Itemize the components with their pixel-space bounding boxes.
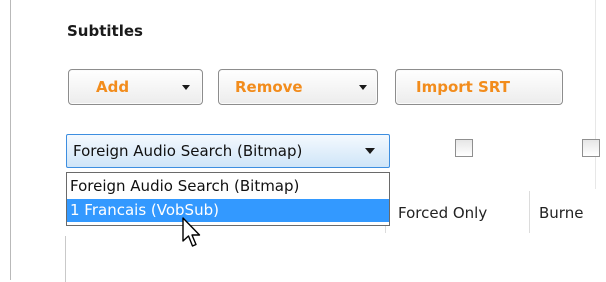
subtitle-track-select[interactable]: Foreign Audio Search (Bitmap) [66,134,390,168]
add-button-label: Add [96,78,130,96]
remove-button[interactable]: Remove [218,69,378,105]
column-separator [529,191,530,233]
import-srt-button[interactable]: Import SRT [395,69,563,105]
remove-button-label: Remove [235,78,303,96]
subtitle-track-selected-value: Foreign Audio Search (Bitmap) [73,142,303,160]
dropdown-option[interactable]: Foreign Audio Search (Bitmap) [67,175,389,198]
chevron-down-icon[interactable] [182,85,190,90]
section-title: Subtitles [67,22,143,40]
subtitle-grid-body[interactable] [65,236,596,282]
column-header-burned-in[interactable]: Burne [539,204,583,222]
subtitle-track-dropdown-list: Foreign Audio Search (Bitmap) 1 Francais… [66,172,390,226]
import-srt-button-label: Import SRT [416,78,510,96]
forced-only-checkbox[interactable] [455,139,473,157]
burned-in-checkbox[interactable] [582,139,600,157]
chevron-down-icon[interactable] [359,85,367,90]
add-button[interactable]: Add [68,69,203,105]
dropdown-option-highlighted[interactable]: 1 Francais (VobSub) [67,199,389,222]
mouse-pointer-icon [182,217,201,247]
chevron-down-icon[interactable] [365,148,375,154]
column-header-forced-only[interactable]: Forced Only [398,204,487,222]
